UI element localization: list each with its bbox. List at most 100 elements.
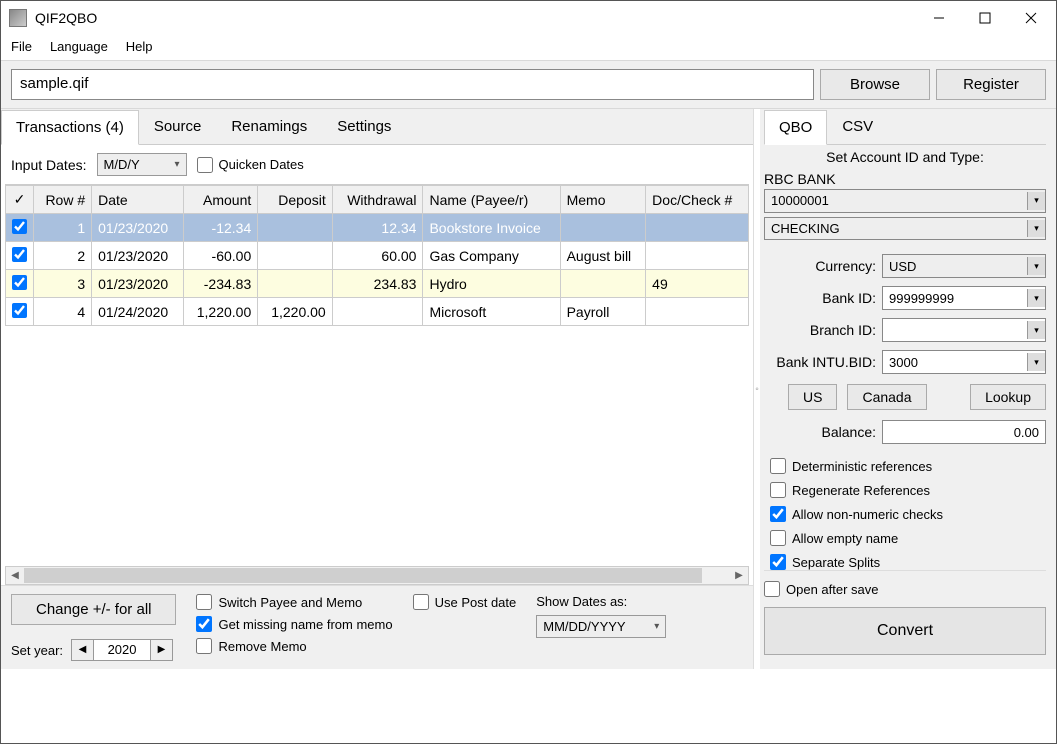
col-date[interactable]: Date: [92, 186, 184, 214]
bank-name: RBC BANK: [764, 171, 1046, 187]
cell-name: Hydro: [423, 270, 560, 298]
bottom-bar: Change +/- for all Set year: ◀ 2020 ▶ Sw…: [1, 585, 753, 669]
col-withdrawal[interactable]: Withdrawal: [332, 186, 423, 214]
tab-transactions[interactable]: Transactions (4): [1, 110, 139, 145]
currency-label: Currency:: [764, 258, 876, 274]
cell-row: 4: [34, 298, 92, 326]
right-tabs: QBO CSV: [764, 109, 1046, 145]
cell-amount: 1,220.00: [183, 298, 257, 326]
cell-date: 01/23/2020: [92, 242, 184, 270]
scroll-left-icon[interactable]: ◀: [6, 567, 24, 584]
cell-row: 1: [34, 214, 92, 242]
cell-doc: [646, 298, 749, 326]
open-after-save-checkbox[interactable]: Open after save: [764, 581, 1046, 597]
account-id-combo[interactable]: 10000001▾: [764, 189, 1046, 213]
row-checkbox[interactable]: [12, 275, 27, 290]
register-button[interactable]: Register: [936, 69, 1046, 100]
chevron-down-icon: ▾: [654, 621, 659, 632]
input-dates-select[interactable]: M/D/Y ▾: [97, 153, 187, 176]
cell-row: 3: [34, 270, 92, 298]
year-down-icon[interactable]: ◀: [72, 640, 94, 660]
table-header-row: ✓ Row # Date Amount Deposit Withdrawal N…: [6, 186, 749, 214]
col-deposit[interactable]: Deposit: [258, 186, 332, 214]
tab-settings[interactable]: Settings: [322, 109, 406, 144]
browse-button[interactable]: Browse: [820, 69, 930, 100]
row-checkbox[interactable]: [12, 219, 27, 234]
horizontal-scrollbar[interactable]: ◀ ▶: [5, 567, 749, 585]
separate-splits-checkbox[interactable]: Separate Splits: [770, 554, 1046, 570]
cell-doc: 49: [646, 270, 749, 298]
cell-deposit: 1,220.00: [258, 298, 332, 326]
chevron-down-icon: ▾: [1027, 289, 1045, 307]
show-dates-label: Show Dates as:: [536, 594, 666, 609]
table-row[interactable]: 301/23/2020-234.83234.83Hydro49: [6, 270, 749, 298]
currency-combo[interactable]: USD▾: [882, 254, 1046, 278]
close-button[interactable]: [1008, 2, 1054, 34]
regenerate-refs-checkbox[interactable]: Regenerate References: [770, 482, 1046, 498]
bankid-input[interactable]: 999999999▾: [882, 286, 1046, 310]
intubid-input[interactable]: 3000▾: [882, 350, 1046, 374]
allow-empty-checkbox[interactable]: Allow empty name: [770, 530, 1046, 546]
cell-deposit: [258, 242, 332, 270]
quicken-dates-checkbox[interactable]: Quicken Dates: [197, 157, 304, 173]
lookup-button[interactable]: Lookup: [970, 384, 1046, 410]
col-doc[interactable]: Doc/Check #: [646, 186, 749, 214]
get-missing-checkbox[interactable]: Get missing name from memo: [196, 616, 392, 632]
quicken-dates-input[interactable]: [197, 157, 213, 173]
col-amount[interactable]: Amount: [183, 186, 257, 214]
options-row: Input Dates: M/D/Y ▾ Quicken Dates: [1, 145, 753, 184]
cell-amount: -60.00: [183, 242, 257, 270]
scroll-right-icon[interactable]: ▶: [730, 567, 748, 584]
table-row[interactable]: 401/24/20201,220.001,220.00MicrosoftPayr…: [6, 298, 749, 326]
cell-name: Gas Company: [423, 242, 560, 270]
menu-help[interactable]: Help: [126, 39, 153, 54]
tab-renamings[interactable]: Renamings: [216, 109, 322, 144]
scroll-thumb[interactable]: [24, 568, 702, 583]
cell-date: 01/23/2020: [92, 214, 184, 242]
tab-csv[interactable]: CSV: [827, 109, 888, 144]
balance-label: Balance:: [764, 424, 876, 440]
chevron-down-icon: ▾: [1027, 353, 1045, 371]
convert-button[interactable]: Convert: [764, 607, 1046, 655]
remove-memo-checkbox[interactable]: Remove Memo: [196, 638, 392, 654]
cell-memo: Payroll: [560, 298, 646, 326]
col-check[interactable]: ✓: [6, 186, 34, 214]
menu-language[interactable]: Language: [50, 39, 108, 54]
tab-source[interactable]: Source: [139, 109, 217, 144]
chevron-down-icon: ▾: [1027, 220, 1045, 238]
show-dates-select[interactable]: MM/DD/YYYY ▾: [536, 615, 666, 638]
menubar: File Language Help: [1, 35, 1056, 60]
table-row[interactable]: 101/23/2020-12.3412.34Bookstore Invoice: [6, 214, 749, 242]
change-sign-button[interactable]: Change +/- for all: [11, 594, 176, 625]
row-checkbox[interactable]: [12, 247, 27, 262]
table-row[interactable]: 201/23/2020-60.0060.00Gas CompanyAugust …: [6, 242, 749, 270]
filepath-input[interactable]: sample.qif: [11, 69, 814, 100]
maximize-button[interactable]: [962, 2, 1008, 34]
cell-deposit: [258, 270, 332, 298]
balance-input[interactable]: 0.00: [882, 420, 1046, 444]
year-up-icon[interactable]: ▶: [150, 640, 172, 660]
branch-input[interactable]: ▾: [882, 318, 1046, 342]
canada-button[interactable]: Canada: [847, 384, 926, 410]
deterministic-refs-checkbox[interactable]: Deterministic references: [770, 458, 1046, 474]
use-post-date-checkbox[interactable]: Use Post date: [413, 594, 517, 610]
row-checkbox[interactable]: [12, 303, 27, 318]
account-type-combo[interactable]: CHECKING▾: [764, 217, 1046, 241]
col-memo[interactable]: Memo: [560, 186, 646, 214]
col-name[interactable]: Name (Payee/r): [423, 186, 560, 214]
switch-payee-checkbox[interactable]: Switch Payee and Memo: [196, 594, 392, 610]
left-pane: Transactions (4) Source Renamings Settin…: [1, 109, 754, 669]
scroll-track[interactable]: [24, 567, 730, 584]
minimize-button[interactable]: [916, 2, 962, 34]
col-row[interactable]: Row #: [34, 186, 92, 214]
us-button[interactable]: US: [788, 384, 837, 410]
year-spinner[interactable]: ◀ 2020 ▶: [71, 639, 173, 661]
tab-qbo[interactable]: QBO: [764, 110, 827, 145]
cell-withdrawal: 60.00: [332, 242, 423, 270]
allow-nonnumeric-checkbox[interactable]: Allow non-numeric checks: [770, 506, 1046, 522]
chevron-down-icon: ▾: [1027, 192, 1045, 210]
transactions-grid: ✓ Row # Date Amount Deposit Withdrawal N…: [5, 184, 749, 567]
toolbar: sample.qif Browse Register: [1, 60, 1056, 109]
menu-file[interactable]: File: [11, 39, 32, 54]
cell-memo: [560, 270, 646, 298]
